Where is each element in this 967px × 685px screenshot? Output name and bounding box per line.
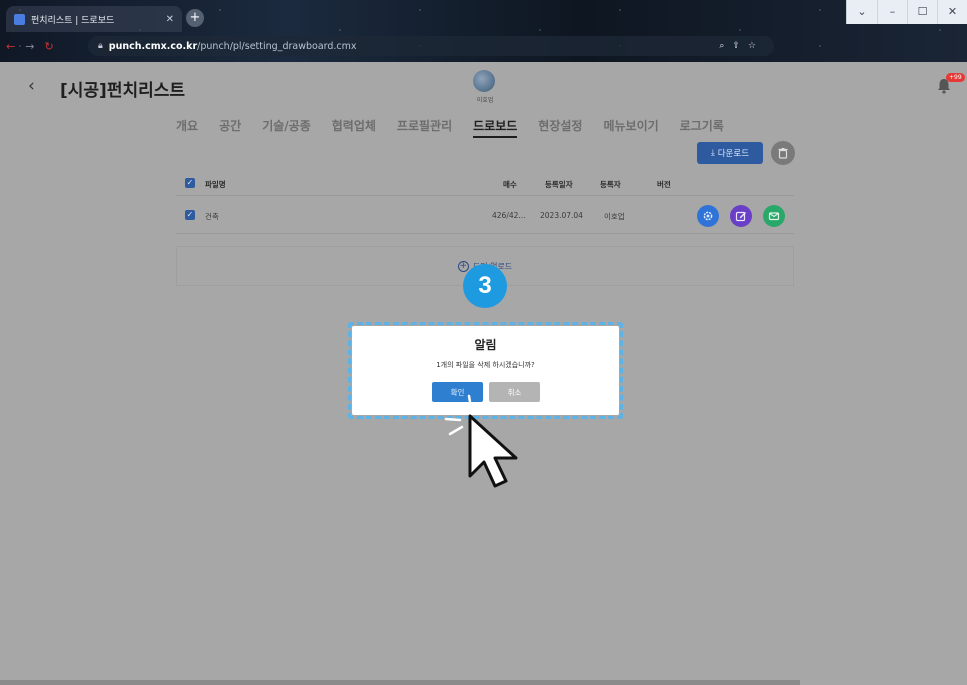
logo-caption: 이호업 [476,97,494,104]
browser-tab[interactable]: 펀치리스트 | 드로보드 ✕ [6,6,182,32]
divider [176,233,794,234]
add-circle-icon: + [457,260,469,272]
toolbar: ← → ↻ 🔒︎ punch.cmx.co.kr /punch/pl/setti… [6,36,961,86]
download-label: 다운로드 [717,149,750,159]
reload-icon[interactable]: ↻ [44,40,53,53]
tab-profile[interactable]: 프로필관리 [397,117,452,138]
select-all-checkbox[interactable]: ✓ [185,178,195,188]
dialog-message: 1개의 파일을 삭제 하시겠습니까? [436,361,535,369]
close-tab-icon[interactable]: ✕ [166,14,174,25]
minimize-button[interactable]: – [877,0,907,24]
favicon-icon [14,13,25,25]
delete-button[interactable] [771,141,795,165]
tab-logs[interactable]: 로그기록 [680,117,724,138]
row-checkbox[interactable]: ✓ [185,210,195,220]
table-row[interactable]: ✓ 건축 426/42... 2023.07.04 이호업 [176,196,794,234]
nav-tabs: 개요 공간 기술/공종 협력업체 프로필관리 드로보드 현장설정 메뉴보이기 로… [176,117,724,138]
dialog-title: 알림 [474,338,497,352]
close-window-button[interactable]: ✕ [937,0,967,24]
file-table: ✓ 파일명 매수 등록일자 등록자 버전 ✓ 건축 426/42... 2023… [176,170,794,234]
header-date: 등록일자 [545,180,573,189]
tab-menu-visibility[interactable]: 메뉴보이기 [603,117,658,138]
header-author: 등록자 [600,180,621,189]
mail-action-button[interactable] [763,205,785,227]
cell-author: 이호업 [604,212,625,221]
tab-space[interactable]: 공간 [219,117,241,138]
back-arrow-icon[interactable]: ← [6,40,15,53]
download-icon: ⤓ [710,148,715,158]
edit-action-button[interactable] [730,205,752,227]
taskbar-edge [0,680,800,685]
header-filename: 파일명 [205,180,226,189]
tab-drawboard[interactable]: 드로보드 [473,117,518,138]
tab-partners[interactable]: 협력업체 [332,117,376,138]
pointer-cursor-icon [444,394,518,488]
step-marker: 3 [463,264,507,308]
address-bar[interactable]: 🔒︎ punch.cmx.co.kr /punch/pl/setting_dra… [88,36,774,56]
url-host: punch.cmx.co.kr [108,40,198,52]
forward-arrow-icon[interactable]: → [25,40,34,53]
window-controls: ⌄ – ☐ ✕ [846,0,967,24]
settings-action-button[interactable] [697,205,719,227]
header-pages: 매수 [503,180,517,189]
tab-search-button[interactable]: ⌄ [847,0,877,24]
trash-icon [778,148,788,159]
tab-title: 펀치리스트 | 드로보드 [31,15,115,26]
cell-date: 2023.07.04 [540,211,583,220]
header-version: 버전 [657,180,671,189]
tab-overview[interactable]: 개요 [176,117,198,138]
back-chevron-icon[interactable]: ‹ [28,76,35,96]
url-path: /punch/pl/setting_drawboard.cmx [197,40,357,52]
download-button[interactable]: ⤓ 다운로드 [697,142,763,164]
page-title: [시공]펀치리스트 [60,81,186,101]
table-header: ✓ 파일명 매수 등록일자 등록자 버전 [176,170,794,196]
edit-icon [735,211,746,222]
maximize-button[interactable]: ☐ [907,0,937,24]
tab-site-settings[interactable]: 현장설정 [538,117,582,138]
cell-pages: 426/42... [492,211,526,220]
lock-icon: 🔒︎ [98,41,103,51]
mail-icon [768,212,780,221]
gear-icon [703,211,713,221]
new-tab-button[interactable]: + [186,9,204,27]
company-logo [473,70,495,92]
address-tools-icons[interactable]: ⌕⇪☆ [719,41,764,51]
tab-trade[interactable]: 기술/공종 [262,117,311,138]
cell-filename: 건축 [205,212,219,221]
browser-chrome: 펀치리스트 | 드로보드 ✕ + ⌄ – ☐ ✕ ← → ↻ 🔒︎ punch.… [0,0,967,86]
notification-badge: +99 [946,73,965,82]
